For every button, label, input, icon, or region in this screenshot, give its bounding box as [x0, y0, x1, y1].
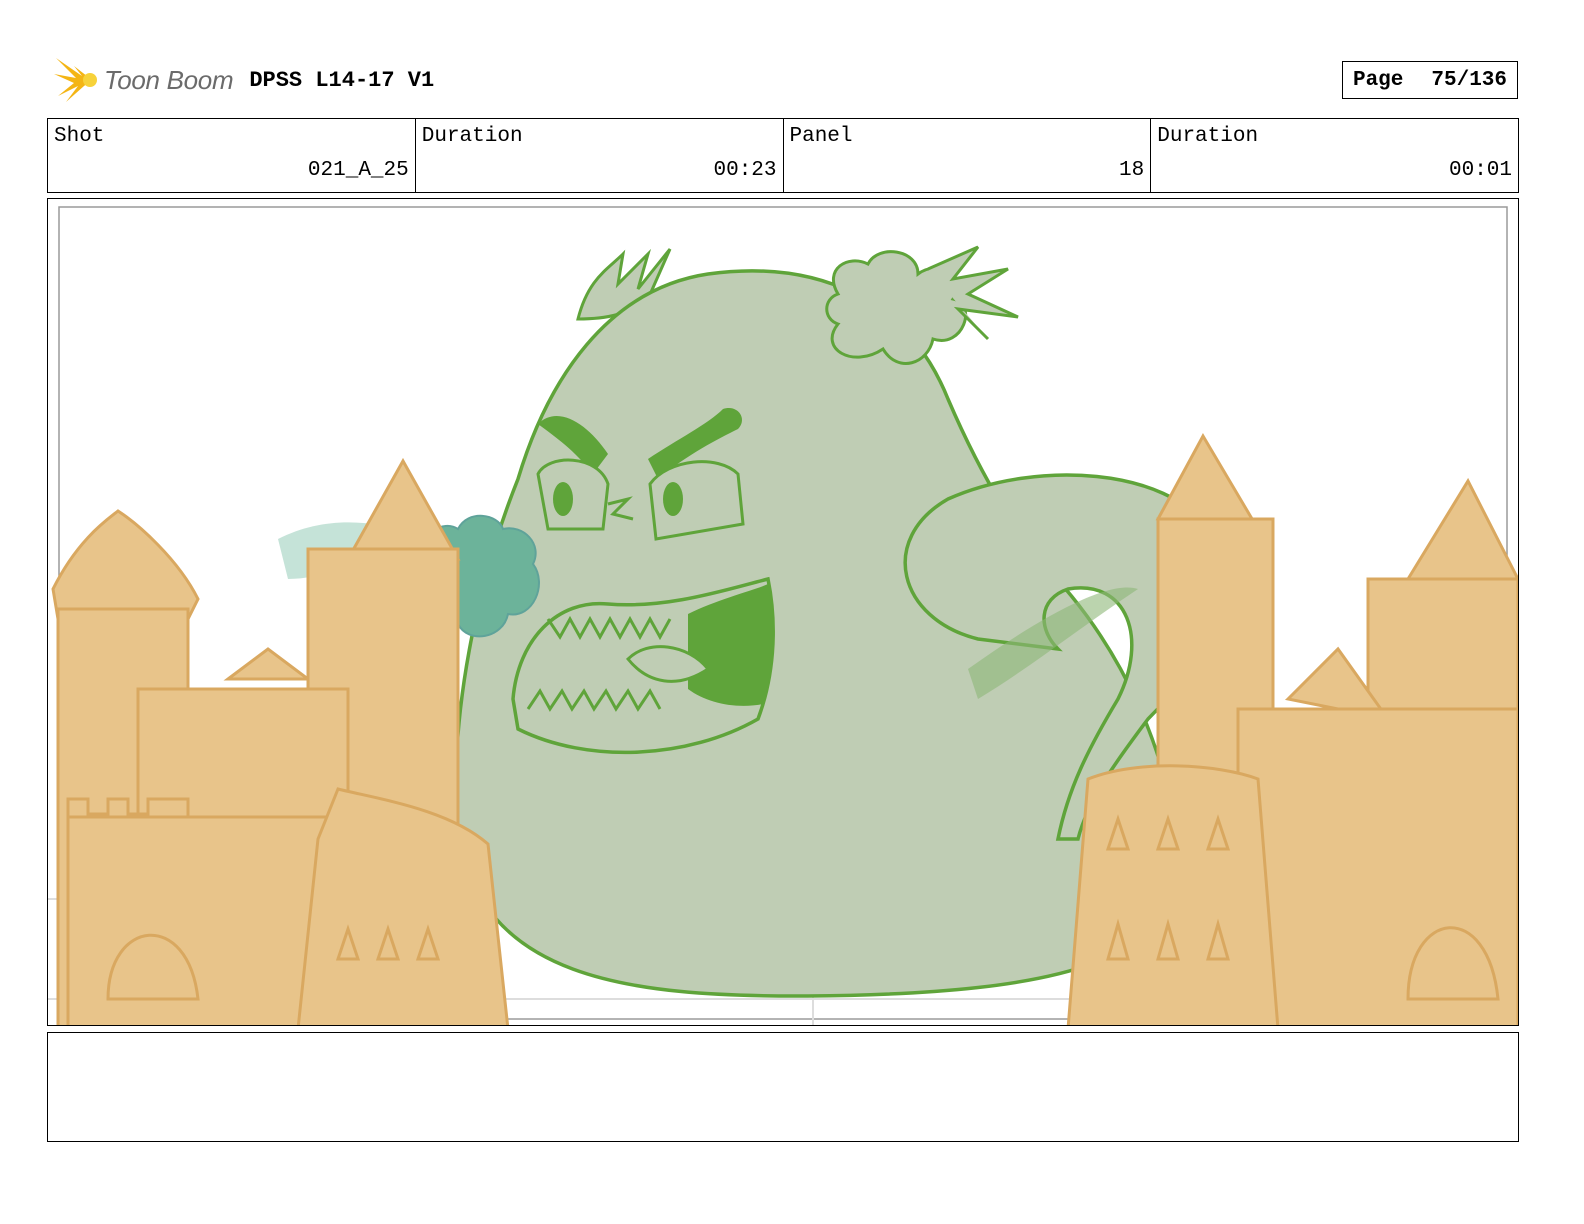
panel-cell: Panel 18: [784, 119, 1152, 192]
starburst-icon: [54, 58, 97, 102]
panel-duration-cell: Duration 00:01: [1151, 119, 1518, 192]
shot-value: 021_A_25: [307, 159, 409, 182]
panel-label: Panel: [789, 125, 853, 148]
panel-notes-box[interactable]: [47, 1032, 1519, 1142]
panel-value: 18: [1119, 159, 1145, 182]
shot-duration-cell: Duration 00:23: [416, 119, 784, 192]
page-number: 75/136: [1431, 68, 1508, 92]
shot-duration-value: 00:23: [713, 159, 777, 182]
shot-label: Shot: [54, 125, 105, 148]
storyboard-header: Toon Boom DPSS L14-17 V1: [52, 56, 434, 104]
shot-info-table: Shot 021_A_25 Duration 00:23 Panel 18 Du…: [47, 118, 1519, 193]
storyboard-panel-image: [47, 198, 1519, 1026]
page-label: Page: [1352, 68, 1404, 92]
shot-duration-label: Duration: [421, 125, 523, 148]
project-title: DPSS L14-17 V1: [249, 67, 435, 93]
logo-text: Toon Boom: [104, 64, 234, 95]
page-indicator: Page 75/136: [1342, 61, 1518, 99]
panel-duration-label: Duration: [1157, 125, 1259, 148]
shot-cell: Shot 021_A_25: [48, 119, 416, 192]
toon-boom-logo: Toon Boom: [52, 56, 234, 104]
panel-duration-value: 00:01: [1448, 159, 1512, 182]
